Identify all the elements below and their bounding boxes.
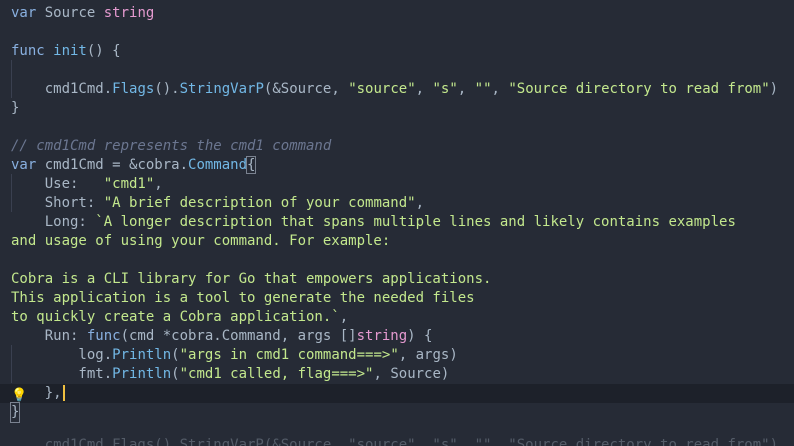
identifier: Source [36,5,104,21]
code-line-20[interactable]: fmt.Println("cmd1 called, flag===>", Sou… [0,365,794,384]
string-literal: to quickly create a Cobra application.` [11,309,340,325]
string-literal: This application is a tool to generate t… [11,290,475,306]
text-cursor [62,385,65,401]
punctuation: } [11,100,20,116]
punctuation: , args) [398,347,458,363]
code-line-17[interactable]: to quickly create a Cobra application.`, [0,308,794,327]
method-name: Println [112,366,172,382]
comment: // cmd1Cmd represents the cmd1 command [11,138,332,154]
identifier: cmd1Cmd = &cobra. [36,157,189,173]
punctuation: ) [769,81,779,97]
code-line-23[interactable]: cmd1Cmd.Flags().StringVarP(&Source, "sou… [0,436,794,446]
punctuation: , Source) [373,366,450,382]
string-literal: "cmd1" [103,176,155,192]
string-literal: "args in cmd1 command===>" [179,347,399,363]
code-line-10[interactable]: Use: "cmd1", [0,175,794,194]
method-name: Println [112,347,172,363]
identifier: log. [11,347,113,363]
code-editor[interactable]: var Source string func init() { cmd1Cmd.… [0,0,794,446]
punctuation: }, [44,385,62,401]
keyword: func [11,43,45,59]
matched-brace: { [245,156,257,174]
type-name: Command [188,157,248,173]
string-literal: "" [474,81,492,97]
code-line-5[interactable]: cmd1Cmd.Flags().StringVarP(&Source, "sou… [0,80,794,99]
punctuation: ( [171,366,180,382]
method-name: StringVarP [179,81,264,97]
punctuation: () { [86,43,121,59]
string-literal: "cmd1 called, flag===>" [179,366,374,382]
punctuation: ) { [407,328,433,344]
matched-brace: } [9,402,21,423]
function-name: init [44,43,87,59]
punctuation: , [415,81,433,97]
field-key: Run: [11,328,87,344]
punctuation: , [339,309,349,325]
code-text: cmd1Cmd.Flags().StringVarP(&Source, "sou… [11,437,779,446]
code-line-13[interactable]: and usage of using your command. For exa… [0,232,794,251]
string-literal: `A longer description that spans multipl… [95,214,736,230]
code-line-11[interactable]: Short: "A brief description of your comm… [0,194,794,213]
keyword: var [11,157,37,173]
punctuation: , [415,195,425,211]
code-line-12[interactable]: Long: `A longer description that spans m… [0,213,794,232]
field-key: Use: [11,176,104,192]
string-literal: Cobra is a CLI library for Go that empow… [11,271,492,287]
string-literal: and usage of using your command. For exa… [11,233,391,249]
keyword: var [11,5,37,21]
punctuation: , [457,81,475,97]
type-name: string [356,328,408,344]
string-literal: "s" [432,81,458,97]
code-line-18[interactable]: Run: func(cmd *cobra.Command, args []str… [0,327,794,346]
current-code-line[interactable]: 💡 }, [0,384,794,403]
identifier: fmt. [11,366,113,382]
code-line-3[interactable]: func init() { [0,42,794,61]
punctuation: (&Source, [263,81,349,97]
punctuation: (). [154,81,180,97]
code-line-15[interactable]: Cobra is a CLI library for Go that empow… [0,270,794,289]
identifier: (cmd *cobra.Command, args [] [120,328,357,344]
code-line-9[interactable]: var cmd1Cmd = &cobra.Command{ [0,156,794,175]
keyword: func [86,328,121,344]
code-line-1[interactable]: var Source string [0,4,794,23]
method-name: Flags [112,81,155,97]
string-literal: "source" [348,81,416,97]
string-literal: "A brief description of your command" [103,195,416,211]
punctuation: , [154,176,163,192]
punctuation: ( [171,347,180,363]
punctuation: , [491,81,509,97]
field-key: Long: [11,214,96,230]
code-line-19[interactable]: log.Println("args in cmd1 command===>", … [0,346,794,365]
code-line-22[interactable]: } [0,402,794,423]
code-line-8[interactable]: // cmd1Cmd represents the cmd1 command [0,137,794,156]
identifier: cmd1Cmd. [44,81,113,97]
field-key: Short: [11,195,104,211]
string-literal: "Source directory to read from" [508,81,770,97]
code-line-6[interactable]: } [0,99,794,118]
type-name: string [103,5,155,21]
code-line-16[interactable]: This application is a tool to generate t… [0,289,794,308]
